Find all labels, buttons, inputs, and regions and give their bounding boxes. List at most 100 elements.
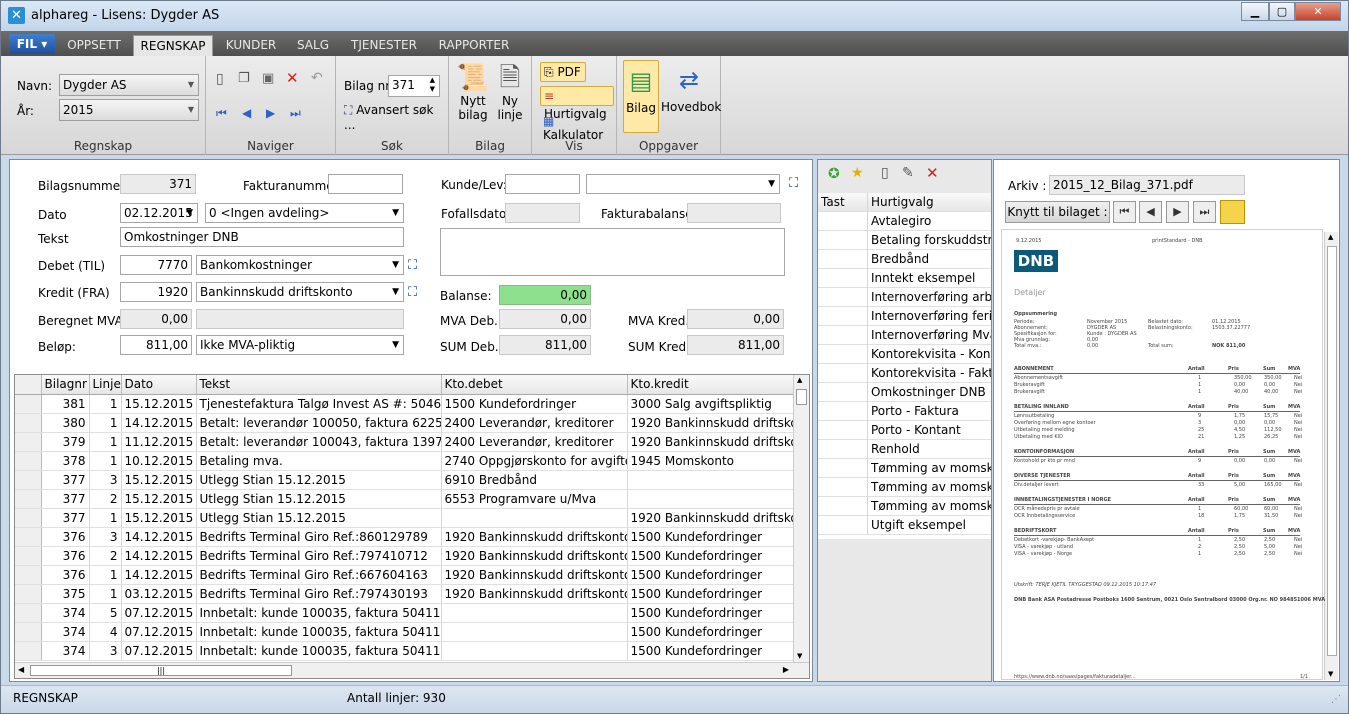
cell-kto-debet[interactable] [441, 622, 628, 642]
cell-kto-kredit[interactable]: 3000 Salg avgiftspliktig [627, 394, 796, 414]
hurtigvalg-item[interactable]: Utgift eksempel [818, 516, 991, 535]
folder-icon[interactable] [1220, 200, 1245, 224]
table-row[interactable]: 376 1 14.12.2015 Bedrifts Terminal Giro Ref… [15, 565, 796, 585]
cell-bilagnr[interactable]: 374 [41, 603, 90, 623]
cell-kto-debet[interactable]: 1500 Kundefordringer [441, 394, 628, 414]
add-favorite-icon[interactable]: ✪ [828, 166, 840, 182]
cell-kto-debet[interactable] [441, 508, 628, 528]
scroll-left-icon[interactable]: ◀ [18, 665, 24, 674]
new-line-button[interactable]: 🗎 Ny linje [493, 62, 527, 122]
cell-dato[interactable]: 15.12.2015 [121, 394, 197, 414]
cell-dato[interactable]: 10.12.2015 [121, 451, 197, 471]
cell-tekst[interactable]: Utlegg Stian 15.12.2015 [196, 489, 442, 509]
cell-kto-kredit[interactable] [627, 470, 796, 490]
debet-account-combobox[interactable]: Bankomkostninger ▼ [196, 255, 404, 275]
horizontal-scrollbar[interactable]: ◀ ||| ▶ [15, 662, 809, 678]
kredit-account-field[interactable]: 1920 [120, 282, 192, 302]
cell-tekst[interactable]: Bedrifts Terminal Giro Ref.:667604163 [196, 565, 442, 585]
cell-kto-debet[interactable] [441, 641, 628, 661]
cell-bilagnr[interactable]: 374 [41, 622, 90, 642]
fakturanummer-field[interactable] [328, 174, 403, 194]
cell-kto-debet[interactable]: 6910 Bredbånd [441, 470, 628, 490]
cell-dato[interactable]: 15.12.2015 [121, 470, 197, 490]
table-row[interactable]: 376 2 14.12.2015 Bedrifts Terminal Giro Ref… [15, 546, 796, 566]
cell-tekst[interactable]: Betalt: leverandør 100043, faktura 13975… [196, 432, 442, 452]
cell-dato[interactable]: 14.12.2015 [121, 413, 197, 433]
cell-dato[interactable]: 07.12.2015 [121, 622, 197, 642]
hurtigvalg-item[interactable]: Omkostninger DNB [818, 383, 991, 402]
cell-bilagnr[interactable]: 376 [41, 546, 90, 566]
cell-dato[interactable]: 14.12.2015 [121, 527, 197, 547]
cell-kto-kredit[interactable]: 1920 Bankinnskudd driftskonto [627, 508, 796, 528]
tab-kunder[interactable]: KUNDER [219, 35, 283, 56]
cell-kto-debet[interactable]: 1920 Bankinnskudd driftskonto [441, 584, 628, 604]
row-header[interactable] [15, 641, 42, 661]
first-record-icon[interactable]: ⏮ [216, 106, 227, 121]
hurtigvalg-item[interactable]: Bredbånd [818, 250, 991, 269]
cell-linje[interactable]: 5 [89, 603, 122, 623]
scrollbar-thumb[interactable] [796, 389, 807, 405]
first-page-icon[interactable]: ⏮ [1113, 201, 1136, 223]
next-record-icon[interactable]: ▶ [266, 106, 275, 120]
column-header-linje[interactable]: Linje [89, 375, 122, 395]
table-row[interactable]: 374 4 07.12.2015 Innbetalt: kunde 100035, f… [15, 622, 796, 642]
row-header[interactable] [15, 584, 42, 604]
vertical-scrollbar[interactable]: ▲ ▼ [793, 375, 809, 678]
new-document-icon[interactable]: ▯ [881, 165, 889, 181]
new-voucher-button[interactable]: 📜 Nytt bilag [453, 62, 493, 122]
edit-document-icon[interactable]: ✎ [902, 165, 914, 181]
cell-linje[interactable]: 1 [89, 451, 122, 471]
navn-combobox[interactable]: Dygder AS ▼ [59, 74, 199, 96]
scroll-up-icon[interactable]: ▲ [1328, 233, 1333, 241]
kredit-account-combobox[interactable]: Bankinnskudd driftskonto ▼ [196, 282, 404, 302]
cell-kto-debet[interactable]: 2400 Leverandør, kreditorer [441, 432, 628, 452]
tab-oppsett[interactable]: OPPSETT [61, 35, 127, 56]
mva-code-combobox[interactable]: Ikke MVA-pliktig ▼ [196, 335, 404, 355]
cell-tekst[interactable]: Bedrifts Terminal Giro Ref.:797430193 [196, 584, 442, 604]
row-header[interactable] [15, 413, 42, 433]
cell-kto-debet[interactable] [441, 603, 628, 623]
cell-linje[interactable]: 3 [89, 527, 122, 547]
pdf-vertical-scrollbar[interactable]: ▲ ▼ [1324, 232, 1338, 680]
cell-linje[interactable]: 3 [89, 470, 122, 490]
notes-textarea[interactable] [440, 228, 785, 276]
scroll-down-icon[interactable]: ▼ [797, 652, 802, 660]
resize-grip-icon[interactable]: ⋰ [1331, 694, 1341, 705]
knytt-button[interactable]: Knytt til bilaget : [1005, 201, 1110, 223]
hurtigvalg-item[interactable]: Kontorekvisita - Faktura [818, 364, 991, 383]
bilag-task-button[interactable]: ▤ Bilag [623, 60, 659, 133]
cell-tekst[interactable]: Utlegg Stian 15.12.2015 [196, 508, 442, 528]
cell-linje[interactable]: 2 [89, 489, 122, 509]
cell-tekst[interactable]: Innbetalt: kunde 100035, faktura 50411, … [196, 641, 442, 661]
row-header[interactable] [15, 603, 42, 623]
hurtigvalg-item[interactable]: Porto - Kontant [818, 421, 991, 440]
kundelev-field[interactable] [505, 174, 580, 194]
cell-linje[interactable]: 1 [89, 508, 122, 528]
cell-kto-debet[interactable]: 2740 Oppgjørskonto for avgifter [441, 451, 628, 471]
hurtigvalg-toggle[interactable]: ≡ Hurtigvalg [540, 86, 614, 121]
row-header[interactable] [15, 432, 42, 452]
cell-dato[interactable]: 14.12.2015 [121, 546, 197, 566]
previous-page-icon[interactable]: ◀ [1139, 201, 1162, 223]
tab-regnskap[interactable]: REGNSKAP [133, 35, 213, 56]
cell-kto-kredit[interactable]: 1500 Kundefordringer [627, 527, 796, 547]
minimize-button[interactable]: ▁ [1241, 2, 1269, 21]
bilag-nr-spinner[interactable]: 371 ▲ ▼ [388, 75, 440, 97]
scrollbar-thumb[interactable]: ||| [30, 665, 292, 676]
table-row[interactable]: 378 1 10.12.2015 Betaling mva. 2740 Oppgjørs… [15, 451, 796, 471]
table-row[interactable]: 375 1 03.12.2015 Bedrifts Terminal Giro Ref… [15, 584, 796, 604]
cell-kto-kredit[interactable]: 1500 Kundefordringer [627, 565, 796, 585]
cell-dato[interactable]: 15.12.2015 [121, 489, 197, 509]
hurtigvalg-item[interactable]: Kontorekvisita - Kontant [818, 345, 991, 364]
cell-bilagnr[interactable]: 375 [41, 584, 90, 604]
hurtigvalg-item[interactable]: Inntekt eksempel [818, 269, 991, 288]
ar-combobox[interactable]: 2015 ▼ [59, 99, 199, 121]
last-record-icon[interactable]: ⏭ [290, 106, 301, 121]
cell-bilagnr[interactable]: 378 [41, 451, 90, 471]
binoculars-icon[interactable]: ⛶ [408, 285, 417, 300]
table-row[interactable]: 377 2 15.12.2015 Utlegg Stian 15.12.2015 655… [15, 489, 796, 509]
row-header[interactable] [15, 622, 42, 642]
binoculars-icon[interactable]: ⛶ [789, 176, 798, 191]
cell-bilagnr[interactable]: 381 [41, 394, 90, 414]
table-row[interactable]: 377 1 15.12.2015 Utlegg Stian 15.12.2015 192… [15, 508, 796, 528]
